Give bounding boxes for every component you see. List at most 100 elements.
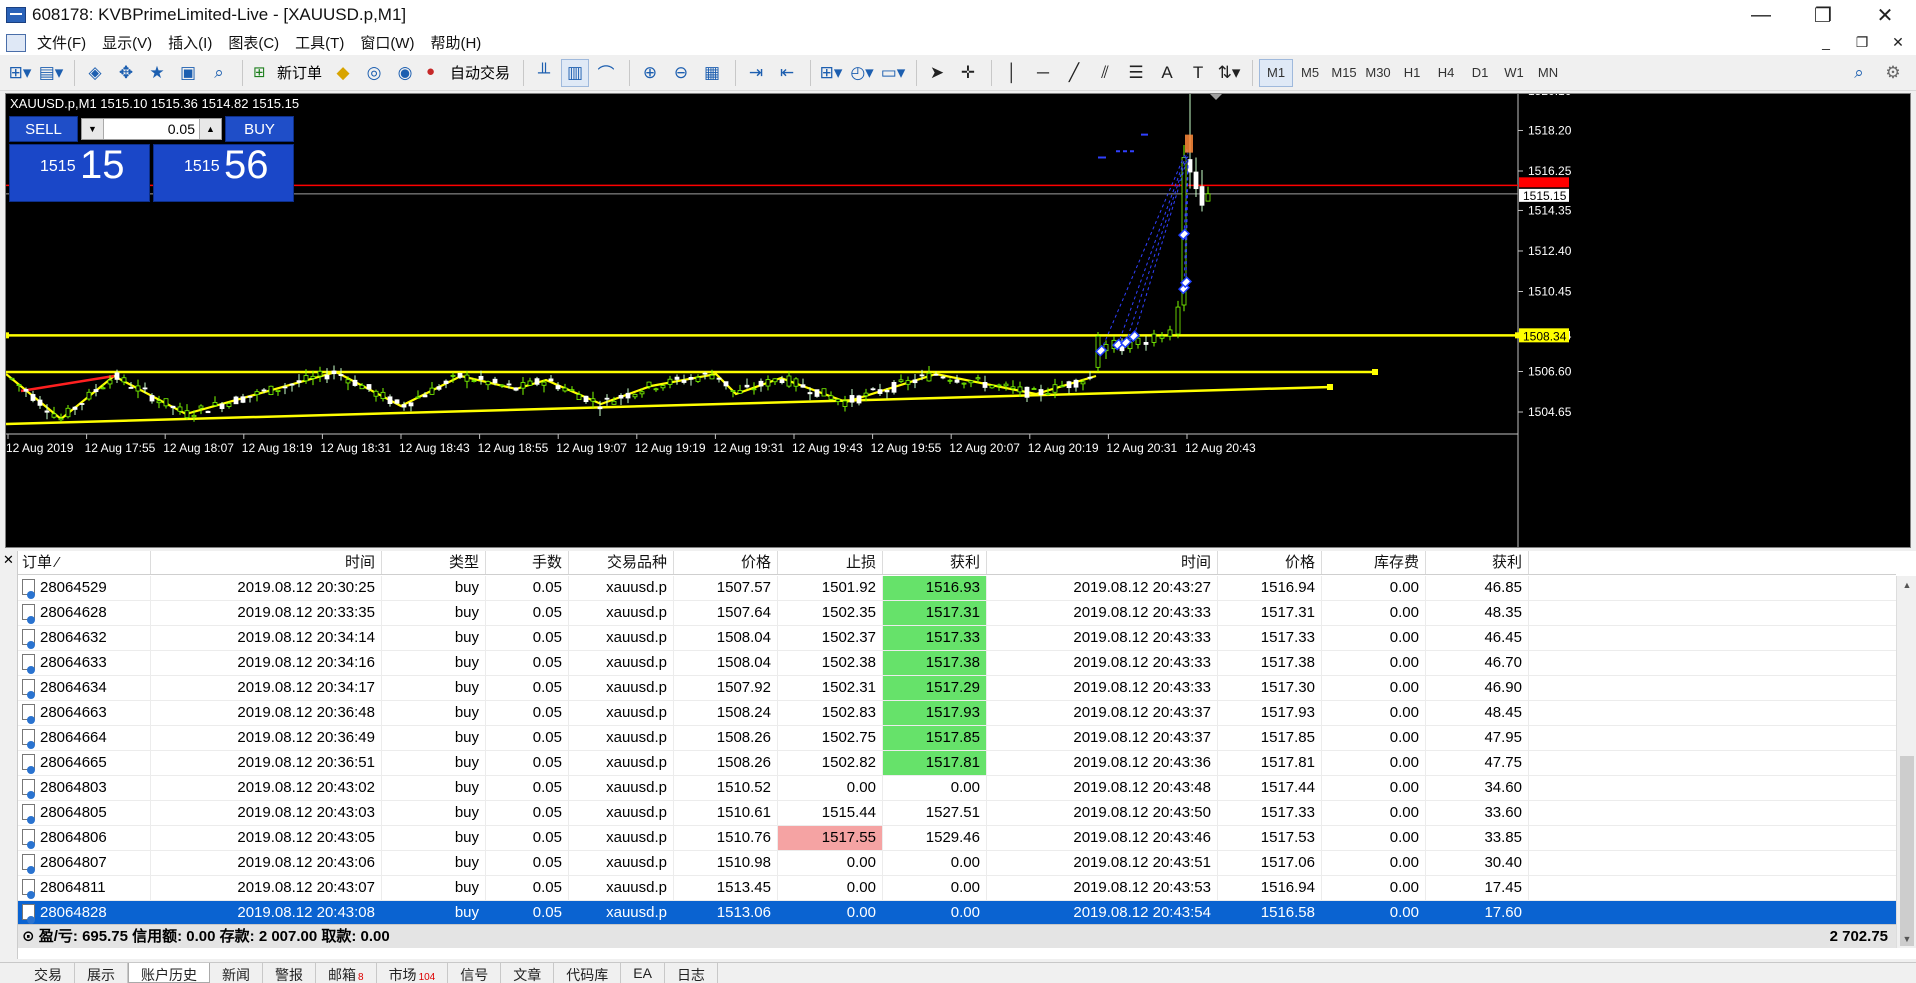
tab-11[interactable]: 日志: [665, 963, 718, 983]
table-row[interactable]: 28064628 2019.08.12 20:33:35 buy 0.05 xauusd…: [18, 601, 1896, 626]
timeframe-m5[interactable]: M5: [1293, 59, 1327, 87]
table-row[interactable]: 28064632 2019.08.12 20:34:14 buy 0.05 xauusd…: [18, 626, 1896, 651]
metaeditor-icon[interactable]: ◆: [329, 59, 357, 87]
column-header[interactable]: 订单 ⁄: [18, 551, 151, 574]
buy-button[interactable]: BUY: [225, 116, 294, 142]
table-row[interactable]: 28064811 2019.08.12 20:43:07 buy 0.05 xauusd…: [18, 876, 1896, 901]
restore-button[interactable]: ❐: [1792, 0, 1854, 30]
tab-9[interactable]: 代码库: [554, 963, 622, 983]
table-row[interactable]: 28064807 2019.08.12 20:43:06 buy 0.05 xauusd…: [18, 851, 1896, 876]
column-header[interactable]: 价格: [674, 551, 778, 574]
tab-1[interactable]: 展示: [75, 963, 128, 983]
chart-document-icon[interactable]: [6, 33, 26, 52]
column-header[interactable]: 交易品种: [569, 551, 674, 574]
table-scrollbar[interactable]: ▲ ▼: [1896, 576, 1916, 948]
crosshair-icon[interactable]: ✛: [954, 59, 982, 87]
close-button[interactable]: ✕: [1854, 0, 1916, 30]
table-row[interactable]: 28064803 2019.08.12 20:43:02 buy 0.05 xauusd…: [18, 776, 1896, 801]
buy-price[interactable]: 1515 56: [153, 143, 294, 202]
fibonacci-icon[interactable]: ☰: [1122, 59, 1150, 87]
table-row[interactable]: 28064828 2019.08.12 20:43:08 buy 0.05 xauusd…: [18, 901, 1896, 926]
table-row[interactable]: 28064529 2019.08.12 20:30:25 buy 0.05 xauusd…: [18, 576, 1896, 601]
column-header[interactable]: 获利: [1426, 551, 1529, 574]
zoom-in-icon[interactable]: ⊕: [636, 59, 664, 87]
navigator-icon[interactable]: ★: [143, 59, 171, 87]
auto-trading-button[interactable]: ● 自动交易: [422, 59, 514, 87]
scroll-down-icon[interactable]: ▼: [1897, 930, 1916, 948]
menu-help[interactable]: 帮助(H): [427, 32, 494, 53]
scroll-thumb[interactable]: [1900, 756, 1914, 946]
menu-file[interactable]: 文件(F): [34, 32, 99, 53]
timeframe-m1[interactable]: M1: [1259, 58, 1294, 87]
vertical-line-icon[interactable]: │: [998, 59, 1026, 87]
new-chart-icon[interactable]: ⊞▾: [6, 59, 34, 87]
mdi-restore-button[interactable]: ❐: [1844, 30, 1880, 55]
sell-price[interactable]: 1515 15: [9, 143, 150, 202]
timeframe-w1[interactable]: W1: [1497, 59, 1531, 87]
tab-7[interactable]: 信号: [448, 963, 502, 983]
menu-insert[interactable]: 插入(I): [165, 32, 225, 53]
column-header[interactable]: 时间: [151, 551, 382, 574]
menu-window[interactable]: 窗口(W): [357, 32, 427, 53]
table-row[interactable]: 28064665 2019.08.12 20:36:51 buy 0.05 xauusd…: [18, 751, 1896, 776]
table-row[interactable]: 28064806 2019.08.12 20:43:05 buy 0.05 xauusd…: [18, 826, 1896, 851]
equidistant-channel-icon[interactable]: ⫽: [1091, 59, 1119, 87]
zoom-out-icon[interactable]: ⊖: [667, 59, 695, 87]
cursor-icon[interactable]: ➤: [923, 59, 951, 87]
periods-icon[interactable]: ◴▾: [848, 59, 876, 87]
line-chart-icon[interactable]: ⌒: [592, 59, 620, 87]
arrows-icon[interactable]: ⇅▾: [1215, 59, 1243, 87]
terminal-close-icon[interactable]: ✕: [3, 552, 14, 568]
indicators-icon[interactable]: ⊞▾: [817, 59, 845, 87]
menu-charts[interactable]: 图表(C): [225, 32, 292, 53]
table-row[interactable]: 28064633 2019.08.12 20:34:16 buy 0.05 xauusd…: [18, 651, 1896, 676]
column-header[interactable]: 手数: [486, 551, 569, 574]
tab-10[interactable]: EA: [621, 963, 665, 983]
timeframe-m15[interactable]: M15: [1327, 59, 1361, 87]
table-row[interactable]: 28064664 2019.08.12 20:36:49 buy 0.05 xauusd…: [18, 726, 1896, 751]
horizontal-line-icon[interactable]: ─: [1029, 59, 1057, 87]
tab-5[interactable]: 邮箱 8: [316, 963, 377, 983]
new-order-button[interactable]: ⊞ 新订单: [249, 59, 326, 87]
column-header[interactable]: 类型: [382, 551, 486, 574]
timeframe-m30[interactable]: M30: [1361, 59, 1395, 87]
terminal-icon[interactable]: ▣: [174, 59, 202, 87]
timeframe-h1[interactable]: H1: [1395, 59, 1429, 87]
timeframe-mn[interactable]: MN: [1531, 59, 1565, 87]
table-row[interactable]: 28064663 2019.08.12 20:36:48 buy 0.05 xauusd…: [18, 701, 1896, 726]
column-header[interactable]: 库存费: [1322, 551, 1426, 574]
lot-size-field[interactable]: ▼ 0.05 ▲: [81, 118, 222, 140]
trendline-icon[interactable]: ╱: [1060, 59, 1088, 87]
signals-icon[interactable]: ◎: [360, 59, 388, 87]
mdi-minimize-button[interactable]: _: [1808, 30, 1844, 55]
price-chart[interactable]: 1520.10 1518.20 1516.25 1514.35 1512.40 1510.…: [5, 93, 1911, 548]
timeframe-h4[interactable]: H4: [1429, 59, 1463, 87]
auto-scroll-icon[interactable]: ⇥: [742, 59, 770, 87]
market-watch-icon[interactable]: ◈: [81, 59, 109, 87]
tab-3[interactable]: 新闻: [210, 963, 263, 983]
lot-size-value[interactable]: 0.05: [104, 121, 199, 137]
timeframe-d1[interactable]: D1: [1463, 59, 1497, 87]
scroll-up-icon[interactable]: ▲: [1897, 576, 1916, 594]
chart-shift-icon[interactable]: ⇤: [773, 59, 801, 87]
menu-tools[interactable]: 工具(T): [292, 32, 357, 53]
profiles-icon[interactable]: ▤▾: [37, 59, 65, 87]
table-row[interactable]: 28064634 2019.08.12 20:34:17 buy 0.05 xauusd…: [18, 676, 1896, 701]
lot-increase-icon[interactable]: ▲: [199, 119, 221, 139]
candlestick-icon[interactable]: ▥: [561, 58, 590, 87]
lot-dropdown-icon[interactable]: ▼: [82, 119, 104, 139]
mdi-close-button[interactable]: ✕: [1880, 30, 1916, 55]
search-icon[interactable]: ⌕: [1845, 59, 1873, 87]
text-tool-icon[interactable]: A: [1153, 59, 1181, 87]
tab-0[interactable]: 交易: [22, 963, 75, 983]
data-window-icon[interactable]: ✥: [112, 59, 140, 87]
bar-chart-icon[interactable]: ╨: [530, 59, 558, 87]
minimize-button[interactable]: —: [1730, 0, 1792, 30]
column-header[interactable]: 价格: [1218, 551, 1322, 574]
templates-icon[interactable]: ▭▾: [879, 59, 907, 87]
sell-button[interactable]: SELL: [9, 116, 78, 142]
tile-windows-icon[interactable]: ▦: [698, 59, 726, 87]
settings-icon[interactable]: ⚙: [1879, 59, 1907, 87]
text-label-icon[interactable]: T: [1184, 59, 1212, 87]
tab-2[interactable]: 账户历史: [128, 963, 210, 983]
